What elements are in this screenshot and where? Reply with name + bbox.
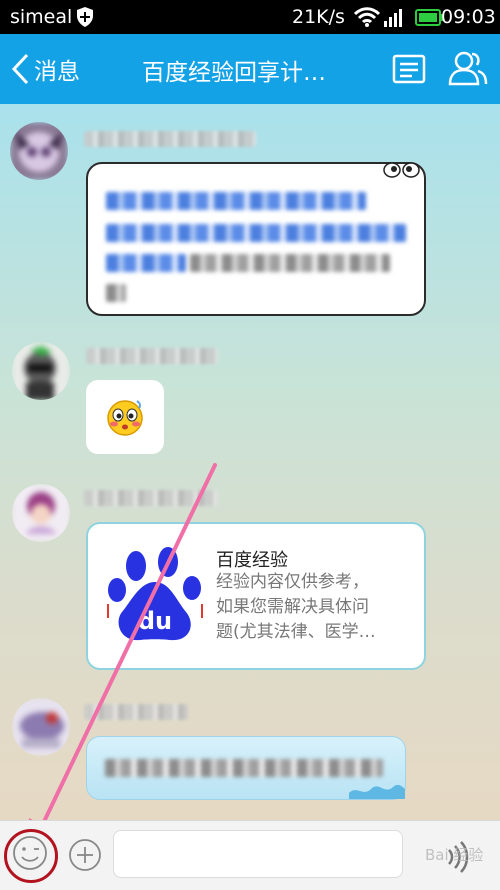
- back-label: 消息: [34, 59, 80, 85]
- signal-icon: [384, 9, 402, 27]
- link-card-desc-line: 经验内容仅供参考，: [216, 572, 369, 592]
- message-input[interactable]: [113, 830, 403, 878]
- message-text-blurred: [106, 192, 366, 210]
- clock: 09:03: [441, 6, 496, 28]
- input-bar: Bai 经验: [0, 820, 500, 890]
- logo-text: du: [138, 607, 172, 635]
- sender-name-blurred: [84, 704, 188, 720]
- link-card-title: 百度经验: [216, 550, 288, 571]
- text-bubble-1[interactable]: [86, 162, 426, 316]
- emoji-icon[interactable]: [12, 835, 48, 871]
- avatar-image: [12, 342, 70, 400]
- message-text-blurred: [105, 759, 383, 777]
- avatar-image: [10, 122, 68, 180]
- sender-name-blurred: [84, 490, 218, 506]
- wifi-icon: [354, 7, 380, 27]
- message-text-blurred: [190, 254, 390, 272]
- avatar-image: [12, 698, 70, 756]
- text-bubble-2[interactable]: [86, 736, 406, 800]
- back-button[interactable]: 消息: [10, 51, 80, 87]
- plus-icon[interactable]: [68, 838, 102, 872]
- link-card-bubble[interactable]: du 百度经验 经验内容仅供参考， 如果您需解决具体问 题(尤其法律、医学…: [86, 522, 426, 670]
- bubble-decoration-icon: [383, 162, 420, 178]
- link-card-desc-line: 题(尤其法律、医学…: [216, 622, 376, 642]
- group-members-icon[interactable]: [448, 50, 488, 86]
- menu-icon[interactable]: [392, 54, 426, 84]
- message-text-blurred: [106, 284, 126, 302]
- avatar[interactable]: [12, 484, 70, 542]
- avatar-image: [12, 484, 70, 542]
- link-card-desc-line: 如果您需解决具体问: [216, 597, 369, 617]
- wave-decoration-icon: [349, 784, 405, 799]
- avatar[interactable]: [12, 698, 70, 756]
- avatar[interactable]: [12, 342, 70, 400]
- chat-title: 百度经验回享计…: [142, 60, 326, 86]
- message-text-blurred: [106, 254, 186, 272]
- status-bar: simeal 21K/s 09:03: [0, 0, 500, 34]
- link-card-description: 经验内容仅供参考， 如果您需解决具体问 题(尤其法律、医学…: [216, 570, 406, 645]
- network-speed: 21K/s: [292, 6, 345, 28]
- blushing-face-emoji-icon: [107, 400, 143, 436]
- sender-name-blurred: [84, 131, 256, 147]
- shield-icon: [77, 7, 93, 27]
- baidu-logo-icon: du: [107, 547, 203, 641]
- chat-area[interactable]: du 百度经验 经验内容仅供参考， 如果您需解决具体问 题(尤其法律、医学…: [0, 104, 500, 820]
- sender-name-blurred: [86, 348, 218, 364]
- voice-icon[interactable]: [415, 830, 489, 880]
- message-text-blurred: [106, 224, 406, 242]
- chevron-left-icon: [11, 53, 29, 85]
- avatar[interactable]: [10, 122, 68, 180]
- emoji-bubble[interactable]: [86, 380, 164, 454]
- title-bar: 消息 百度经验回享计…: [0, 34, 500, 104]
- carrier-name: simeal: [10, 6, 73, 28]
